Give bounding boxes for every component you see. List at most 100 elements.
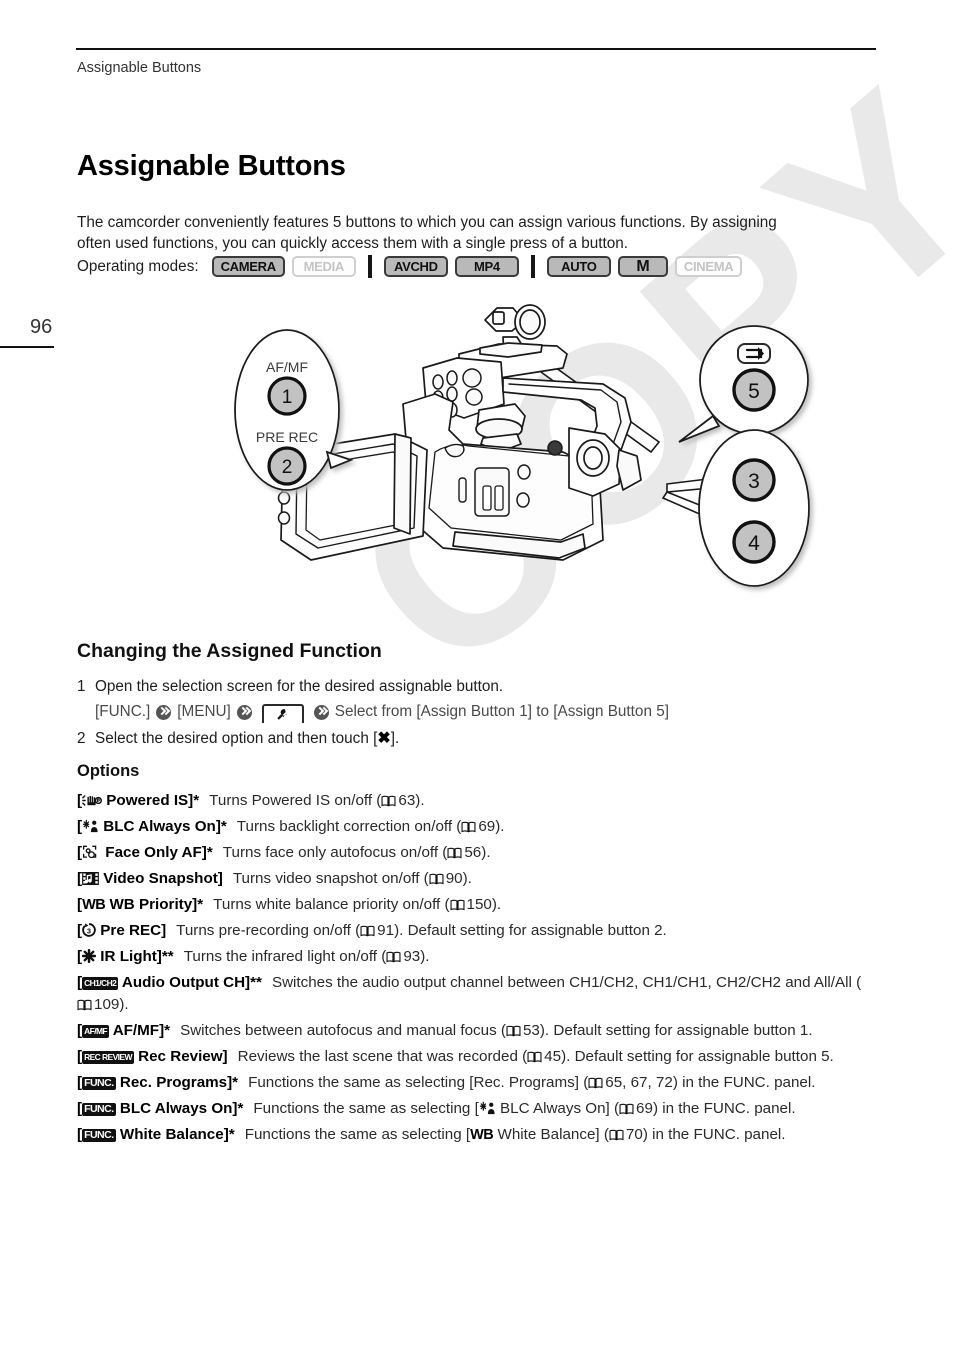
- page-ref-icon: [619, 1103, 634, 1115]
- option-face-only-af: [ Face Only AF]* Turns face only autofocu…: [77, 842, 872, 864]
- rec-review-icon: [737, 343, 771, 364]
- option-func-blc-always-on: [FUNC. BLC Always On]* Functions the same…: [77, 1098, 872, 1120]
- menu-path-func: [FUNC.]: [95, 703, 151, 720]
- operating-modes-row: Operating modes: CAMERA MEDIA AVCHD MP4 …: [77, 255, 743, 278]
- func-icon: FUNC.: [82, 1077, 116, 1090]
- option-name: [ IR Light]**: [77, 948, 174, 965]
- option-func-white-balance: [FUNC. White Balance]* Functions the same…: [77, 1124, 872, 1146]
- pre-rec-icon: 3: [82, 923, 96, 937]
- blc-icon: [479, 1101, 496, 1115]
- operating-modes-label: Operating modes:: [77, 257, 199, 275]
- double-chevron-icon: [156, 704, 172, 720]
- option-video-snapshot: [ Video Snapshot] Turns video snapshot on…: [77, 868, 872, 890]
- option-name: [ Face Only AF]*: [77, 844, 213, 861]
- page-ref-icon: [447, 847, 462, 859]
- ir-light-icon: [81, 948, 97, 964]
- wb-icon: WB: [470, 1127, 494, 1143]
- page-ref-icon: [588, 1077, 603, 1089]
- svg-text:3: 3: [87, 926, 91, 935]
- af-mf-icon: AF/MF: [82, 1025, 110, 1038]
- option-desc: Reviews the last scene that was recorded…: [237, 1048, 834, 1065]
- option-desc: Turns white balance priority on/off (150…: [213, 896, 502, 913]
- step-2-text-after: ].: [390, 730, 400, 747]
- rec-review-icon: REC REVIEW: [82, 1051, 134, 1064]
- option-af-mf: [AF/MF AF/MF]* Switches between autofocus…: [77, 1020, 872, 1042]
- callout-badge-1: 1: [267, 376, 307, 416]
- step-1-number: 1: [77, 678, 86, 695]
- mode-badge-media: MEDIA: [291, 256, 356, 277]
- mode-badge-cinema: CINEMA: [674, 256, 743, 277]
- option-name: [3 Pre REC]: [77, 922, 167, 939]
- svg-text:1: 1: [282, 387, 293, 408]
- svg-text:3: 3: [748, 470, 760, 493]
- mode-badge-avchd: AVCHD: [383, 256, 448, 277]
- step-1-menu-path: [FUNC.] [MENU] Select from [Assign Butto…: [95, 700, 857, 724]
- option-desc: Functions the same as selecting [ BLC Al…: [253, 1100, 796, 1117]
- step-2: 2 Select the desired option and then tou…: [77, 728, 857, 750]
- option-name: [ BLC Always On]*: [77, 818, 227, 835]
- callout-badge-3: 3: [732, 458, 776, 502]
- face-only-af-icon: [82, 845, 101, 859]
- option-name: [REC REVIEW Rec Review]: [77, 1048, 228, 1065]
- step-2-text-before: Select the desired option and then touch…: [95, 730, 378, 747]
- option-desc: Switches between autofocus and manual fo…: [180, 1022, 813, 1039]
- option-name: [AF/MF AF/MF]*: [77, 1022, 171, 1039]
- page-number: 96: [30, 316, 53, 338]
- option-func-rec-programs: [FUNC. Rec. Programs]* Functions the same…: [77, 1072, 872, 1094]
- option-desc: Functions the same as selecting [Rec. Pr…: [248, 1074, 816, 1091]
- func-icon: FUNC.: [82, 1129, 116, 1142]
- option-name: [CH1/CH2 Audio Output CH]**: [77, 974, 262, 991]
- blc-icon: [82, 819, 99, 833]
- option-pre-rec: [3 Pre REC] Turns pre-recording on/off (9…: [77, 920, 872, 942]
- page-ref-icon: [381, 795, 396, 807]
- option-audio-output-ch: [CH1/CH2 Audio Output CH]** Switches the …: [77, 972, 872, 1016]
- option-wb-priority: [WB WB Priority]* Turns white balance pri…: [77, 894, 872, 916]
- page-ref-icon: [527, 1051, 542, 1063]
- option-desc: Turns backlight correction on/off (69).: [236, 818, 505, 835]
- mode-badge-mp4: MP4: [454, 256, 519, 277]
- option-ir-light: [ IR Light]** Turns the infrared light on…: [77, 946, 872, 968]
- option-desc: Turns video snapshot on/off (90).: [232, 870, 472, 887]
- double-chevron-icon: [313, 704, 329, 720]
- option-name: [WB WB Priority]*: [77, 896, 204, 913]
- mode-badge-auto: AUTO: [546, 256, 611, 277]
- audio-output-ch-icon: CH1/CH2: [82, 977, 119, 990]
- func-icon: FUNC.: [82, 1103, 116, 1116]
- options-list: [ Powered IS]* Turns Powered IS on/off (6…: [77, 790, 872, 1150]
- page-ref-icon: [360, 925, 375, 937]
- option-desc: Turns the infrared light on/off (93).: [183, 948, 430, 965]
- callout-label-2: PRE REC: [256, 429, 318, 445]
- wb-icon: WB: [82, 897, 106, 913]
- page-ref-icon: [506, 1025, 521, 1037]
- page-ref-icon: [461, 821, 476, 833]
- wrench-icon: [277, 708, 288, 720]
- page-ref-icon: [77, 999, 92, 1011]
- page-ref-icon: [386, 951, 401, 963]
- close-x-icon: ✖: [377, 730, 391, 747]
- double-chevron-icon: [236, 704, 252, 720]
- svg-text:5: 5: [748, 380, 760, 403]
- page-ref-icon: [450, 899, 465, 911]
- option-rec-review: [REC REVIEW Rec Review] Reviews the last …: [77, 1046, 872, 1068]
- menu-path-select: Select from [Assign Button 1] to [Assign…: [334, 703, 669, 720]
- steps-list: 1 Open the selection screen for the desi…: [77, 676, 857, 752]
- mode-badge-camera: CAMERA: [211, 256, 285, 277]
- option-name: [FUNC. BLC Always On]*: [77, 1100, 244, 1117]
- callout-badge-4: 4: [732, 520, 776, 564]
- step-2-text: Select the desired option and then touch…: [95, 728, 857, 750]
- option-name: [ Video Snapshot]: [77, 870, 223, 887]
- mode-badge-manual: M: [617, 256, 668, 277]
- page-ref-icon: [609, 1129, 624, 1141]
- step-2-number: 2: [77, 730, 86, 747]
- option-name: [FUNC. White Balance]*: [77, 1126, 235, 1143]
- powered-is-icon: [82, 794, 103, 807]
- options-heading: Options: [77, 762, 140, 780]
- callout-badge-5: 5: [732, 368, 776, 412]
- callout-label-1: AF/MF: [266, 359, 308, 375]
- option-name: [FUNC. Rec. Programs]*: [77, 1074, 239, 1091]
- menu-path-menu: [MENU]: [177, 703, 231, 720]
- mode-separator: [367, 255, 372, 278]
- intro-paragraph: The camcorder conveniently features 5 bu…: [77, 214, 777, 253]
- option-desc: Functions the same as selecting [WB Whit…: [244, 1126, 786, 1143]
- svg-text:2: 2: [282, 457, 293, 478]
